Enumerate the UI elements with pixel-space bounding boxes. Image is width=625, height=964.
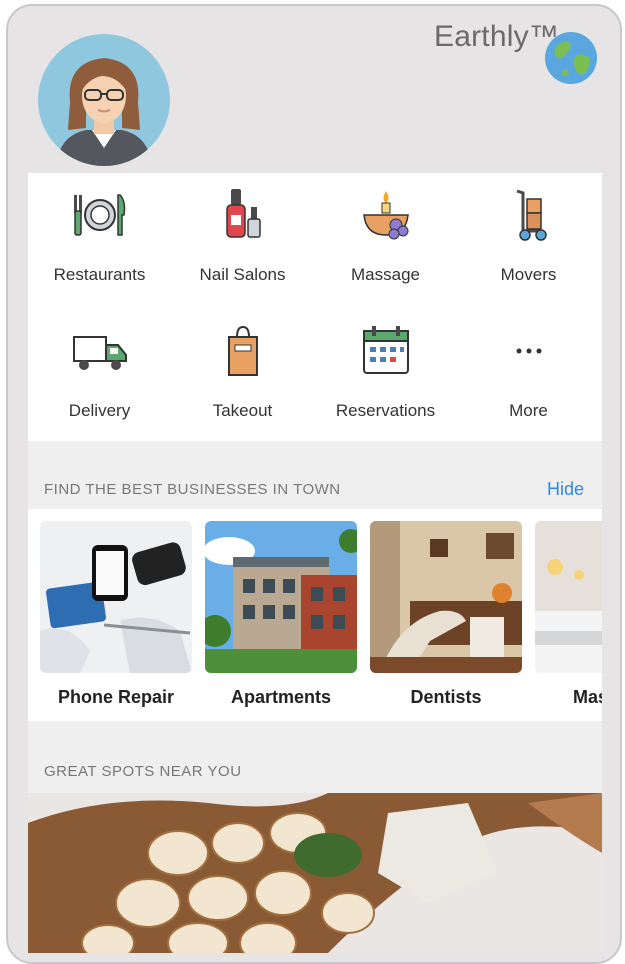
business-name: Dentists [410, 687, 482, 707]
category-movers[interactable]: Movers [457, 187, 600, 285]
category-label: Reservations [335, 401, 436, 420]
section-heading: GREAT SPOTS NEAR YOU [44, 763, 242, 780]
category-delivery[interactable]: Delivery [28, 323, 171, 421]
category-label: Delivery [68, 401, 131, 420]
takeout-bag-icon [227, 325, 258, 376]
category-massage[interactable]: Massage [314, 187, 457, 285]
featured-spot-photo[interactable] [28, 793, 602, 953]
spots-section-header: GREAT SPOTS NEAR YOU [28, 721, 602, 793]
category-label: Massage [351, 265, 420, 284]
category-label: Takeout [212, 401, 273, 420]
business-card-dentists[interactable]: Dentists [370, 521, 522, 708]
dentists-photo [370, 521, 522, 673]
phone-repair-photo [40, 521, 192, 673]
business-card-phone-repair[interactable]: Phone Repair [40, 521, 192, 708]
business-carousel[interactable]: Phone Repair Apartments Dentists Ma [28, 509, 602, 721]
candle-stones-icon [362, 191, 409, 240]
main-content: Restaurants Nail Salons Massage Movers D… [28, 173, 602, 953]
globe-icon[interactable] [543, 30, 599, 86]
category-label: Restaurants [53, 265, 146, 284]
business-name: Apartments [230, 687, 332, 707]
apartments-photo [205, 521, 357, 673]
category-grid: Restaurants Nail Salons Massage Movers D… [28, 173, 602, 441]
category-takeout[interactable]: Takeout [171, 323, 314, 421]
hand-truck-icon [516, 189, 547, 241]
massage-photo [535, 521, 602, 673]
category-label: Movers [500, 265, 557, 284]
phone-frame: Earthly™ Restaurants Nail Salons Massage… [6, 4, 622, 964]
category-nail-salons[interactable]: Nail Salons [171, 187, 314, 285]
brand-logo-text: Earthly™ [434, 20, 559, 53]
nail-polish-icon [225, 189, 261, 238]
section-heading: FIND THE BEST BUSINESSES IN TOWN [44, 481, 341, 498]
avatar[interactable] [36, 32, 172, 168]
fork-knife-plate-icon [73, 194, 125, 236]
delivery-truck-icon [72, 336, 127, 370]
calendar-icon [362, 326, 409, 374]
category-more[interactable]: More [457, 323, 600, 421]
business-name: Phone Repair [57, 687, 175, 707]
business-card-apartments[interactable]: Apartments [205, 521, 357, 708]
category-label: More [509, 401, 548, 420]
category-reservations[interactable]: Reservations [314, 323, 457, 421]
find-section-header: FIND THE BEST BUSINESSES IN TOWN Hide [28, 441, 602, 509]
business-name: Massage [572, 687, 602, 707]
more-dots-icon [516, 348, 541, 354]
category-restaurants[interactable]: Restaurants [28, 187, 171, 285]
business-card-massage[interactable]: Massage [535, 521, 602, 708]
hide-button[interactable]: Hide [547, 479, 584, 500]
category-label: Nail Salons [199, 265, 286, 284]
